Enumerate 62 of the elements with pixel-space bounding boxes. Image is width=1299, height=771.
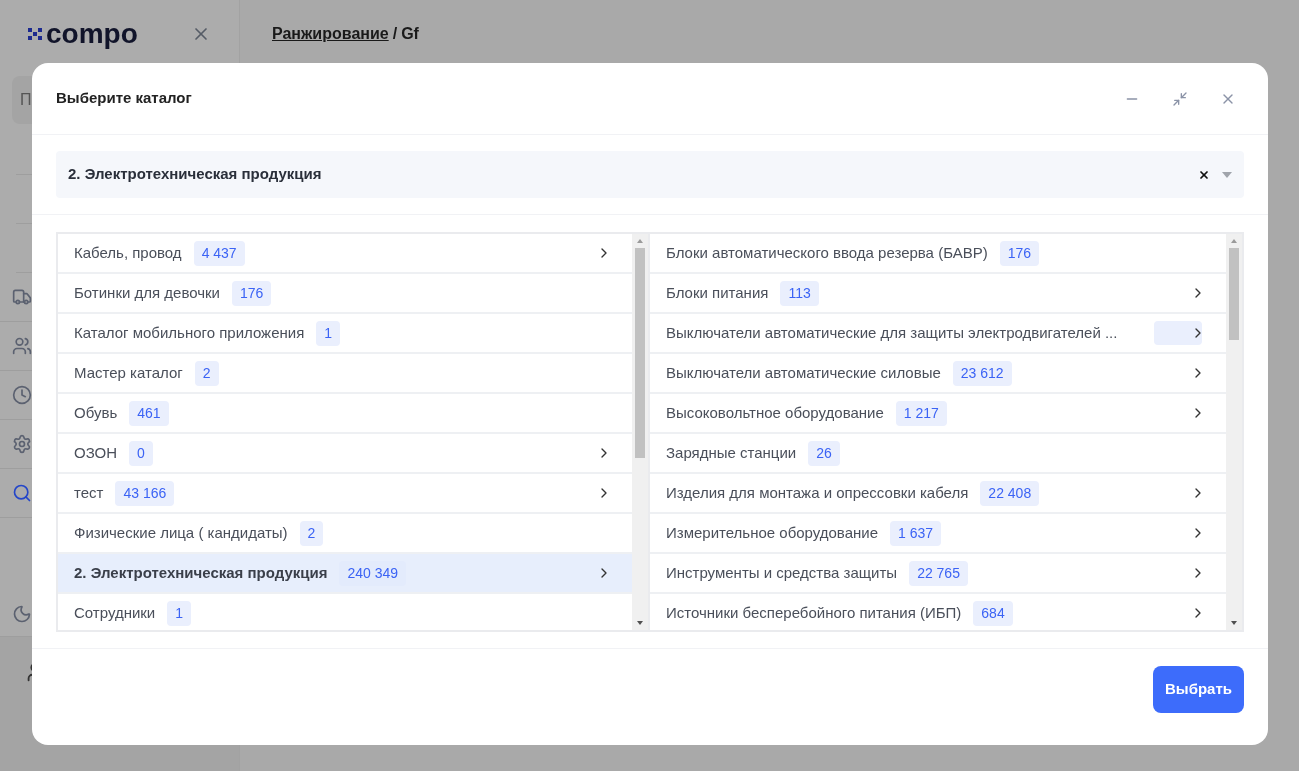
count-badge: 1 217 bbox=[895, 400, 947, 426]
catalog-name: Зарядные станции bbox=[666, 442, 797, 463]
catalog-name: Мастер каталог bbox=[74, 362, 183, 383]
breadcrumb-separator: / bbox=[392, 24, 398, 44]
count-badge: 1 bbox=[167, 600, 192, 626]
count-badge: 684 bbox=[973, 600, 1013, 626]
users-icon[interactable] bbox=[12, 336, 32, 356]
count-badge: 1 637 bbox=[890, 520, 942, 546]
catalog-name: Изделия для монтажа и опрессовки кабеля bbox=[666, 482, 969, 503]
scrollbar-thumb[interactable] bbox=[635, 248, 645, 458]
breadcrumb-current: Gf bbox=[401, 24, 419, 44]
settings-icon[interactable] bbox=[12, 434, 32, 454]
count-badge: 23 612 bbox=[952, 360, 1012, 386]
count-badge: 4 437 bbox=[193, 240, 245, 266]
scrollbar[interactable] bbox=[1226, 234, 1242, 630]
catalog-name: Блоки автоматического ввода резерва (БАВР) bbox=[666, 242, 988, 263]
shrink-icon[interactable] bbox=[1172, 90, 1188, 107]
catalog-name: Кабель, провод bbox=[74, 242, 182, 263]
count-badge: 2 bbox=[194, 360, 219, 386]
scrollbar[interactable] bbox=[632, 234, 648, 630]
catalog-name: ОЗОН bbox=[74, 442, 118, 463]
count-badge: 461 bbox=[129, 400, 169, 426]
count-badge: 113 bbox=[780, 280, 819, 306]
catalog-select[interactable]: 2. Электротехническая продукция bbox=[56, 151, 1244, 198]
breadcrumb-link[interactable]: Ранжирование bbox=[272, 22, 389, 46]
catalog-name: Инструменты и средства защиты bbox=[666, 562, 898, 583]
count-badge bbox=[1154, 321, 1202, 345]
scrollbar-thumb[interactable] bbox=[1229, 248, 1239, 340]
logo-text: compo bbox=[46, 20, 138, 48]
dropdown-caret-icon[interactable] bbox=[1222, 171, 1232, 178]
dialog-title: Выберите каталог bbox=[56, 88, 192, 109]
count-badge: 1 bbox=[316, 320, 341, 346]
clear-icon[interactable] bbox=[1198, 168, 1210, 181]
catalog-name: Каталог мобильного приложения bbox=[74, 322, 305, 343]
catalog-name: Ботинки для девочки bbox=[74, 282, 220, 303]
catalog-name: Источники бесперебойного питания (ИБП) bbox=[666, 602, 962, 623]
catalog-name: тест bbox=[74, 482, 104, 503]
catalog-name: Выключатели автоматические силовые bbox=[666, 362, 941, 383]
catalog-name: Высоковольтное оборудование bbox=[666, 402, 884, 423]
truck-icon[interactable] bbox=[12, 287, 32, 307]
catalog-name: Физические лица ( кандидаты) bbox=[74, 522, 288, 543]
logo-icon bbox=[28, 28, 42, 40]
count-badge: 22 765 bbox=[909, 560, 968, 586]
count-badge: 22 408 bbox=[980, 480, 1040, 506]
select-button[interactable]: Выбрать bbox=[1153, 666, 1244, 713]
catalog-item[interactable]: 2. Электротехническая продукция 240 349 bbox=[58, 554, 632, 594]
catalog-name: Блоки питания bbox=[666, 282, 769, 303]
count-badge: 2 bbox=[299, 520, 324, 546]
catalog-name: 2. Электротехническая продукция bbox=[74, 562, 328, 583]
count-badge: 240 349 bbox=[339, 560, 407, 586]
clock-icon[interactable] bbox=[12, 385, 32, 405]
catalog-name: Выключатели автоматические для защиты электродвигателей ... bbox=[666, 322, 1118, 343]
count-badge: 0 bbox=[129, 440, 153, 466]
count-badge: 43 166 bbox=[115, 480, 175, 506]
catalog-name: Обувь bbox=[74, 402, 118, 423]
count-badge: 176 bbox=[231, 280, 272, 306]
count-badge: 176 bbox=[999, 240, 1039, 266]
catalog-name: Сотрудники bbox=[74, 602, 156, 623]
count-badge: 26 bbox=[808, 440, 840, 466]
search-icon[interactable] bbox=[12, 483, 32, 503]
moon-icon[interactable] bbox=[12, 604, 32, 624]
catalog-name: Измерительное оборудование bbox=[666, 522, 878, 543]
